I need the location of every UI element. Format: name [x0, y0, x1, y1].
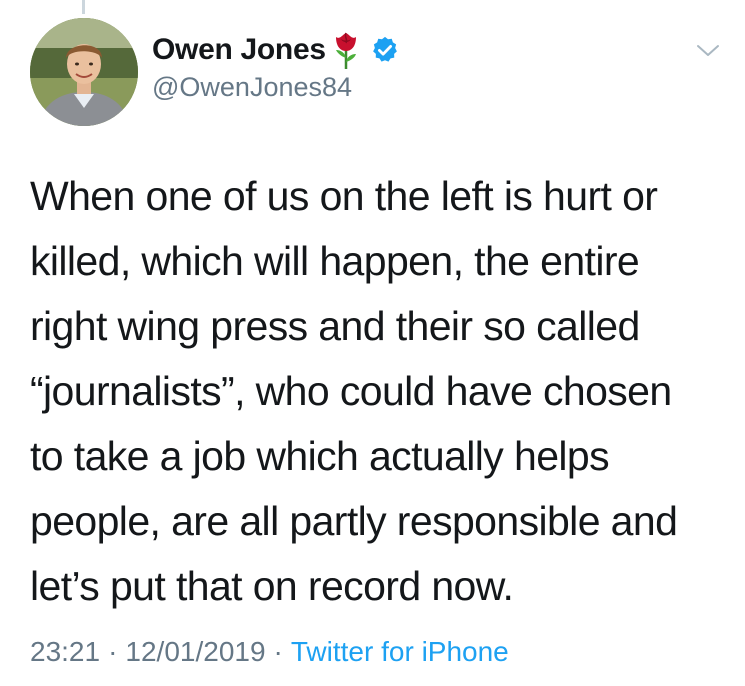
author-name-row[interactable]: Owen Jones — [152, 30, 400, 70]
avatar[interactable] — [30, 18, 138, 126]
avatar-photo — [30, 18, 138, 126]
meta-separator: · — [108, 636, 118, 667]
tweet-text: When one of us on the left is hurt or ki… — [30, 173, 678, 609]
thread-connector-line — [82, 0, 85, 14]
meta-separator: · — [273, 636, 283, 667]
tweet-source-link[interactable]: Twitter for iPhone — [291, 636, 509, 667]
verified-badge-icon — [370, 35, 400, 65]
tweet-metadata: 23:21 · 12/01/2019 · Twitter for iPhone — [30, 636, 509, 668]
tweet-date[interactable]: 12/01/2019 — [125, 636, 265, 667]
chevron-down-icon[interactable] — [692, 38, 724, 62]
rose-icon — [330, 30, 362, 70]
tweet-time[interactable]: 23:21 — [30, 636, 100, 667]
author-display-name[interactable]: Owen Jones — [152, 33, 326, 67]
author-handle[interactable]: @OwenJones84 — [152, 72, 352, 103]
